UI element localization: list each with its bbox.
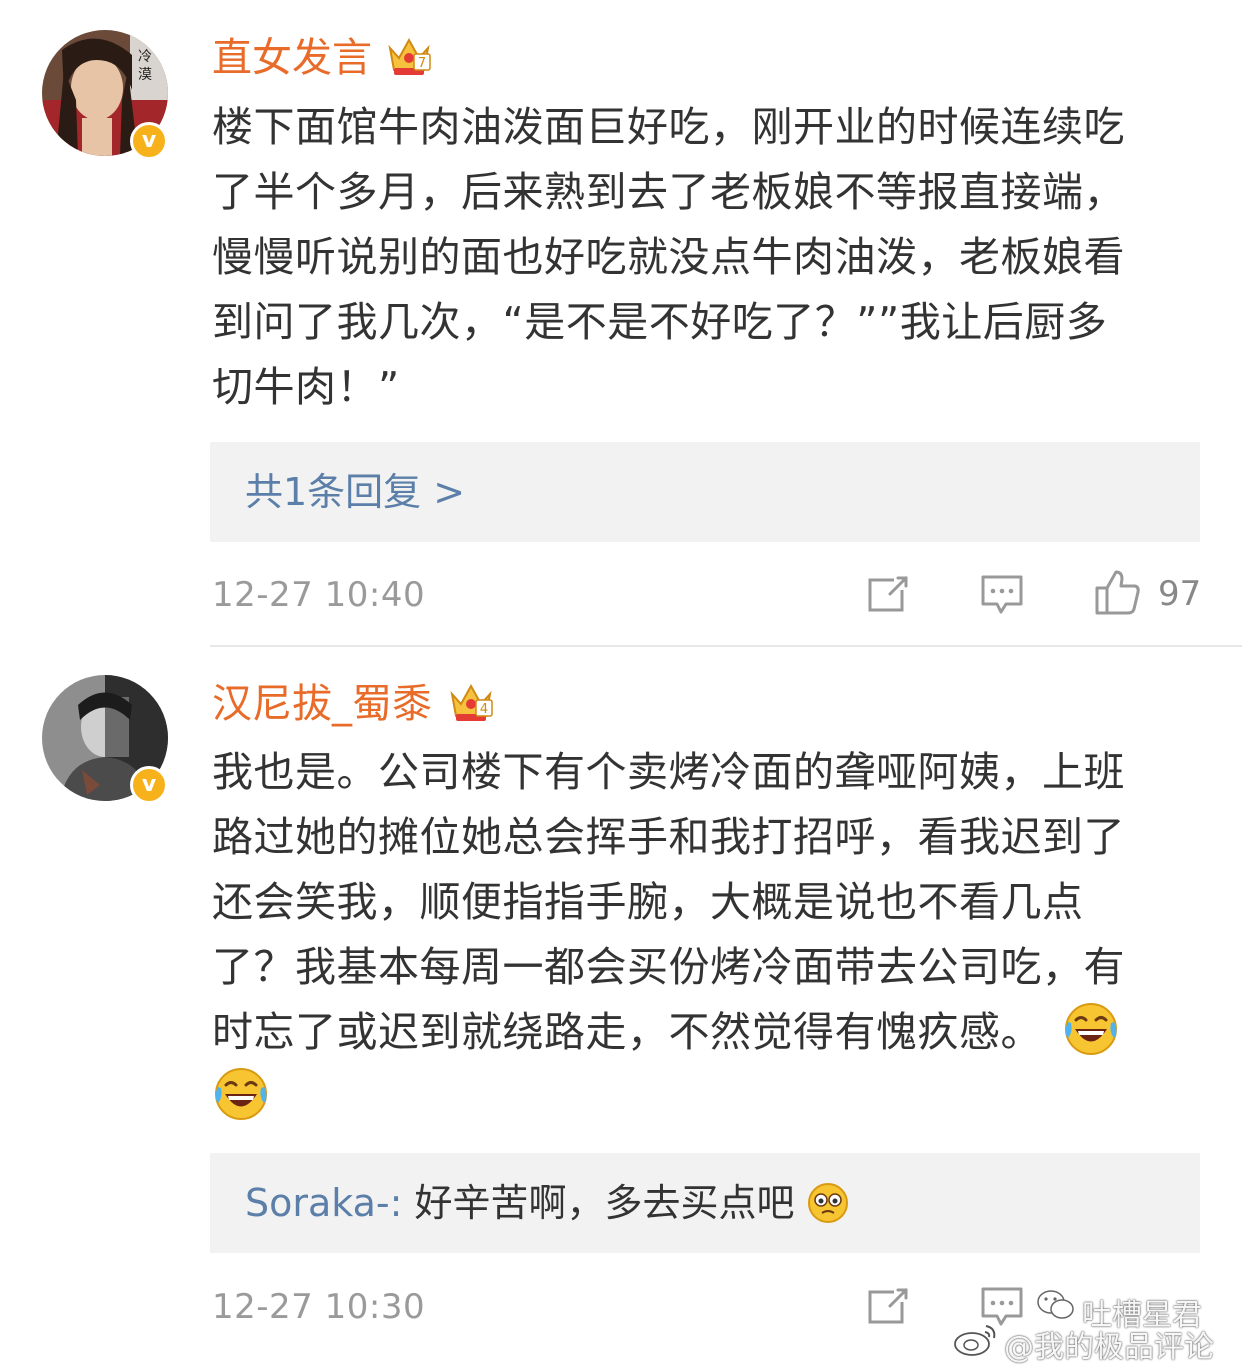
vip-crown-icon: 4 — [450, 683, 493, 721]
timestamp: 12-27 10:40 — [212, 575, 426, 615]
reply-box[interactable]: 共1条回复 > — [210, 442, 1200, 542]
comment-line: 还会笑我，顺便指指手腕，大概是说也不看几点 — [212, 878, 1084, 926]
thumbs-up-icon[interactable] — [1094, 568, 1142, 616]
comment-text: 楼下面馆牛肉油泼面巨好吃，刚开业的时候连续吃 了半个多月，后来熟到去了老板娘不等… — [212, 95, 1212, 420]
sad-emoji — [807, 1183, 848, 1223]
repost-icon[interactable] — [866, 574, 910, 614]
comment-text: 我也是。公司楼下有个卖烤冷面的聋哑阿姨，上班 路过她的摊位她总会挥手和我打招呼，… — [212, 740, 1212, 1130]
comment-line: 时忘了或迟到就绕路走，不然觉得有愧疚感。 — [212, 1000, 1212, 1065]
comment-line: 我也是。公司楼下有个卖烤冷面的聋哑阿姨，上班 — [212, 748, 1125, 796]
watermark-line2: @我的极品评论 — [1004, 1330, 1214, 1365]
reply-text: 好辛苦啊，多去买点吧 — [402, 1181, 795, 1225]
reply-preview[interactable]: Soraka-: 好辛苦啊，多去买点吧 — [245, 1179, 849, 1227]
comment-line: 慢慢听说别的面也好吃就没点牛肉油泼，老板娘看 — [212, 233, 1125, 281]
svg-text:4: 4 — [480, 702, 488, 717]
reply-username[interactable]: Soraka-: — [245, 1181, 402, 1225]
verified-v-icon: v — [130, 122, 168, 160]
comment-line: 楼下面馆牛肉油泼面巨好吃，刚开业的时候连续吃 — [212, 103, 1125, 151]
username[interactable]: 直女发言 — [212, 34, 372, 82]
laugh-cry-emoji — [215, 1068, 267, 1120]
comment-line: 了半个多月，后来熟到去了老板娘不等报直接端， — [212, 168, 1125, 216]
divider — [210, 645, 1242, 647]
reply-box[interactable]: Soraka-: 好辛苦啊，多去买点吧 — [210, 1153, 1200, 1253]
comment-line-text: 时忘了或迟到就绕路走，不然觉得有愧疚感。 — [212, 1008, 1042, 1056]
comment-line: 路过她的摊位她总会挥手和我打招呼，看我迟到了 — [212, 813, 1125, 861]
wechat-icon — [1037, 1290, 1074, 1319]
avatar-caption: 冷漠 — [138, 49, 152, 83]
username[interactable]: 汉尼拔_蜀黍 — [212, 680, 432, 728]
verified-v-icon: v — [130, 766, 168, 804]
vip-crown-icon: 7 — [388, 37, 431, 75]
timestamp: 12-27 10:30 — [212, 1287, 426, 1327]
comment-line — [212, 1065, 1212, 1130]
like-count: 97 — [1158, 574, 1202, 614]
svg-text:7: 7 — [418, 56, 426, 71]
weibo-logo-icon — [954, 1325, 996, 1356]
repost-icon[interactable] — [866, 1286, 910, 1326]
comment-line: 到问了我几次，“是不是不好吃了？””我让后厨多 — [212, 298, 1108, 346]
comment-icon[interactable] — [980, 574, 1024, 616]
comment-line: 切牛肉！” — [212, 363, 400, 411]
comment-line: 了？我基本每周一都会买份烤冷面带去公司吃，有 — [212, 943, 1125, 991]
laugh-cry-emoji — [1064, 1003, 1117, 1055]
view-replies-link[interactable]: 共1条回复 > — [245, 468, 465, 516]
